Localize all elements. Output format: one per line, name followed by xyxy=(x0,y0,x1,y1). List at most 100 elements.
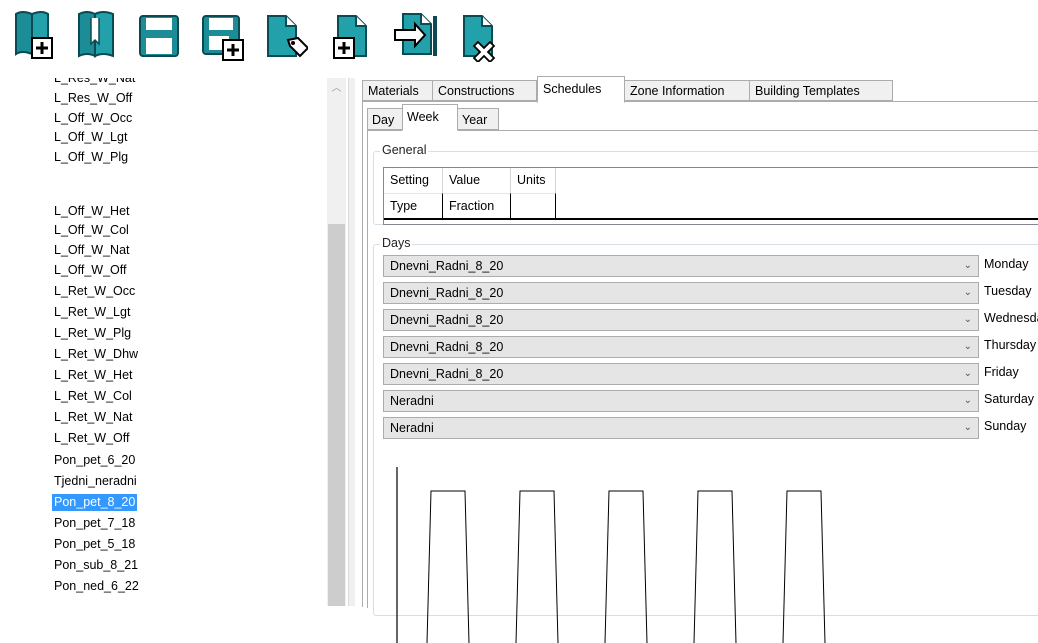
list-item[interactable]: L_Off_W_Lgt xyxy=(54,129,127,146)
chart-pulse-tuesday xyxy=(515,490,559,643)
list-item[interactable]: L_Res_W_Nat xyxy=(54,78,135,87)
thursday-schedule-dropdown[interactable]: Dnevni_Radni_8_20 ⌄ xyxy=(383,336,979,358)
chart-pulse-friday xyxy=(782,490,826,643)
tab-day[interactable]: Day xyxy=(367,108,403,130)
book-icon xyxy=(78,11,114,58)
schedules-tab-content: Day Week Year General Setting Value Unit… xyxy=(362,101,1038,643)
chart-pulse-monday xyxy=(426,490,470,643)
list-item[interactable]: L_Off_W_Off xyxy=(54,262,127,279)
add-item-button[interactable] xyxy=(330,8,376,62)
chevron-down-icon: ⌄ xyxy=(963,368,972,379)
list-item[interactable]: L_Ret_W_Het xyxy=(54,367,133,384)
tab-schedules[interactable]: Schedules xyxy=(537,76,625,103)
tab-zone-information[interactable]: Zone Information xyxy=(624,80,750,101)
chart-pulse-thursday xyxy=(693,490,737,643)
list-item[interactable]: Tjedni_neradni xyxy=(54,473,137,490)
chevron-down-icon: ⌄ xyxy=(963,341,972,352)
panel-splitter[interactable] xyxy=(348,78,355,606)
day-label-friday: Friday xyxy=(984,365,1019,379)
dropdown-value: Dnevni_Radni_8_20 xyxy=(390,286,504,300)
grid-cell-units[interactable] xyxy=(511,193,556,218)
list-item[interactable]: L_Off_W_Occ xyxy=(54,110,132,127)
tuesday-schedule-dropdown[interactable]: Dnevni_Radni_8_20 ⌄ xyxy=(383,282,979,304)
list-item-selected[interactable]: Pon_pet_8_20 xyxy=(52,494,138,511)
tab-constructions[interactable]: Constructions xyxy=(432,80,537,101)
friday-schedule-dropdown[interactable]: Dnevni_Radni_8_20 ⌄ xyxy=(383,363,979,385)
dropdown-value: Neradni xyxy=(390,421,434,435)
grid-cell-value[interactable]: Fraction xyxy=(443,193,511,218)
list-item[interactable]: Pon_ned_6_22 xyxy=(54,578,139,595)
saturday-schedule-dropdown[interactable]: Neradni ⌄ xyxy=(383,390,979,412)
days-group-title: Days xyxy=(380,236,413,250)
main-tabs: Materials Constructions Schedules Zone I… xyxy=(362,76,1038,103)
document-delete-icon xyxy=(463,15,496,62)
tab-week[interactable]: Week xyxy=(402,104,458,131)
list-item[interactable]: Pon_sub_8_21 xyxy=(54,557,138,574)
column-header-value[interactable]: Value xyxy=(443,168,511,193)
toolbar xyxy=(0,0,1038,62)
sunday-schedule-dropdown[interactable]: Neradni ⌄ xyxy=(383,417,979,439)
list-item[interactable]: L_Ret_W_Col xyxy=(54,388,132,405)
general-group: General Setting Value Units Type Fractio… xyxy=(373,143,1038,225)
tag-item-button[interactable] xyxy=(262,8,308,62)
open-library-button[interactable] xyxy=(73,8,119,62)
tab-building-templates[interactable]: Building Templates xyxy=(749,80,893,101)
new-library-button[interactable] xyxy=(10,8,56,62)
column-header-setting[interactable]: Setting xyxy=(384,168,443,193)
day-label-wednesday: Wednesday xyxy=(984,311,1038,325)
chart-marks xyxy=(426,490,826,643)
list-item[interactable]: L_Ret_W_Off xyxy=(54,430,130,447)
general-group-title: General xyxy=(380,143,429,157)
list-item[interactable]: Pon_pet_5_18 xyxy=(54,536,135,553)
day-label-saturday: Saturday xyxy=(984,392,1035,406)
document-tag-icon xyxy=(267,15,308,58)
day-label-sunday: Sunday xyxy=(984,419,1027,433)
column-header-units[interactable]: Units xyxy=(511,168,556,193)
list-item[interactable]: L_Res_W_Off xyxy=(54,90,132,107)
grid-divider xyxy=(384,218,1038,220)
tab-materials[interactable]: Materials xyxy=(362,80,433,101)
list-item[interactable]: L_Ret_W_Plg xyxy=(54,325,131,342)
list-item[interactable]: L_Ret_W_Occ xyxy=(54,283,135,300)
delete-item-button[interactable] xyxy=(456,8,502,62)
list-item[interactable]: L_Off_W_Het xyxy=(54,203,130,220)
chevron-down-icon: ⌄ xyxy=(963,395,972,406)
chevron-down-icon: ⌄ xyxy=(963,314,972,325)
document-plus-icon xyxy=(333,15,367,59)
list-item[interactable]: L_Off_W_Nat xyxy=(54,242,130,259)
general-grid: Setting Value Units Type Fraction xyxy=(383,167,1038,225)
dropdown-value: Dnevni_Radni_8_20 xyxy=(390,259,504,273)
dropdown-value: Dnevni_Radni_8_20 xyxy=(390,313,504,327)
import-item-button[interactable] xyxy=(393,8,439,62)
list-item[interactable]: Pon_pet_6_20 xyxy=(54,452,135,469)
list-scrollbar[interactable]: ︿ xyxy=(327,78,346,606)
list-item[interactable]: L_Ret_W_Dhw xyxy=(54,346,138,363)
save-as-button[interactable] xyxy=(199,8,245,62)
tab-year[interactable]: Year xyxy=(457,108,499,130)
chevron-down-icon: ⌄ xyxy=(963,287,972,298)
monday-schedule-dropdown[interactable]: Dnevni_Radni_8_20 ⌄ xyxy=(383,255,979,277)
scroll-up-icon[interactable]: ︿ xyxy=(327,78,346,98)
days-group: Days Dnevni_Radni_8_20 ⌄ Monday Dnevni_R… xyxy=(373,236,1038,643)
week-schedule-chart xyxy=(396,467,826,643)
chevron-down-icon: ⌄ xyxy=(963,422,972,433)
wednesday-schedule-dropdown[interactable]: Dnevni_Radni_8_20 ⌄ xyxy=(383,309,979,331)
floppy-disk-plus-icon xyxy=(202,15,244,61)
chart-pulse-wednesday xyxy=(604,490,648,643)
scrollbar-thumb[interactable] xyxy=(328,224,345,606)
list-item[interactable]: L_Ret_W_Nat xyxy=(54,409,133,426)
day-label-tuesday: Tuesday xyxy=(984,284,1032,298)
list-item[interactable]: L_Off_W_Col xyxy=(54,222,129,239)
dropdown-value: Dnevni_Radni_8_20 xyxy=(390,340,504,354)
list-item[interactable]: L_Off_W_Plg xyxy=(54,149,128,166)
book-plus-icon xyxy=(15,11,53,59)
list-item[interactable]: Pon_pet_7_18 xyxy=(54,515,135,532)
grid-cell-setting[interactable]: Type xyxy=(384,193,443,218)
week-tab-content: General Setting Value Units Type Fractio… xyxy=(367,130,1038,643)
day-label-thursday: Thursday xyxy=(984,338,1037,352)
schedule-list-panel: L_Res_W_Nat L_Res_W_Off L_Off_W_Occ L_Of… xyxy=(0,78,354,606)
list-item[interactable]: L_Ret_W_Lgt xyxy=(54,304,130,321)
dropdown-value: Dnevni_Radni_8_20 xyxy=(390,367,504,381)
save-button[interactable] xyxy=(136,8,182,62)
dropdown-value: Neradni xyxy=(390,394,434,408)
